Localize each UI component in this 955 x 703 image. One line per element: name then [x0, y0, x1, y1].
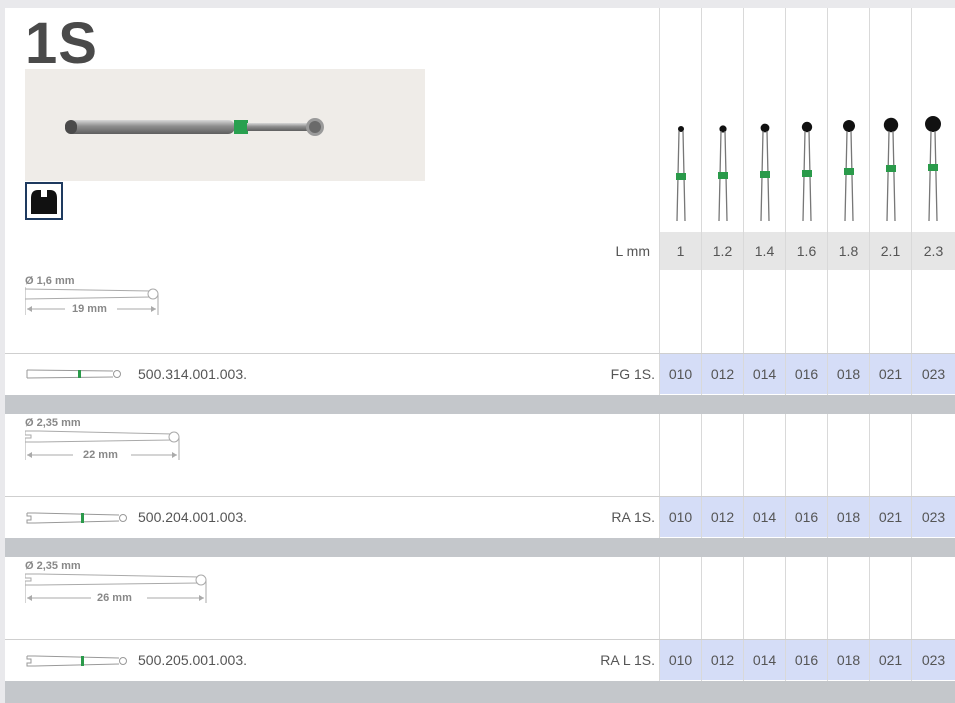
size-code-cell[interactable]: 010: [660, 640, 701, 680]
article-number: 500.204.001.003.: [138, 509, 247, 525]
section-separator: [5, 681, 955, 703]
bur-size-2-icon: [718, 125, 728, 222]
product-photo: [25, 69, 425, 181]
section-separator: [5, 538, 955, 557]
article-number: 500.205.001.003.: [138, 652, 247, 668]
overall-length-label: 26 mm: [97, 592, 132, 604]
ral-bur-thumbnail: [26, 655, 127, 667]
article-number: 500.314.001.003.: [138, 366, 247, 382]
size-code-cell[interactable]: 018: [828, 354, 869, 394]
size-code-cell[interactable]: 023: [912, 497, 955, 537]
length-cell: 2.3: [912, 232, 955, 270]
bur-size-1-icon: [676, 126, 686, 222]
length-label: L mm: [615, 243, 650, 259]
size-code-cell[interactable]: 012: [702, 640, 743, 680]
size-code-cell[interactable]: 021: [870, 497, 911, 537]
size-code-cell[interactable]: 012: [702, 497, 743, 537]
size-code-cell[interactable]: 018: [828, 497, 869, 537]
bur-size-6-icon: [883, 117, 899, 222]
product-family: FG 1S.: [610, 366, 655, 382]
size-code-cell[interactable]: 016: [786, 640, 827, 680]
length-cell: 1.2: [702, 232, 743, 270]
page-title: 1S: [25, 11, 98, 76]
product-family: RA 1S.: [611, 509, 655, 525]
round-bur-shape-icon: [25, 182, 63, 220]
size-code-cell[interactable]: 016: [786, 354, 827, 394]
size-code-cell[interactable]: 014: [744, 497, 785, 537]
size-code-cell[interactable]: 014: [744, 354, 785, 394]
fg-bur-thumbnail: [26, 369, 121, 379]
size-code-cell[interactable]: 021: [870, 354, 911, 394]
size-code-cell[interactable]: 010: [660, 354, 701, 394]
size-code-cell[interactable]: 023: [912, 640, 955, 680]
bur-size-5-icon: [843, 120, 855, 222]
size-code-cell[interactable]: 010: [660, 497, 701, 537]
overall-length-label: 22 mm: [83, 449, 118, 461]
bur-size-7-icon: [925, 116, 941, 222]
size-code-cell[interactable]: 012: [702, 354, 743, 394]
bur-size-4-icon: [801, 121, 813, 222]
size-code-cell[interactable]: 021: [870, 640, 911, 680]
product-family: RA L 1S.: [600, 652, 655, 668]
overall-length-label: 19 mm: [72, 303, 107, 315]
size-code-cell[interactable]: 023: [912, 354, 955, 394]
length-cell: 1.6: [786, 232, 827, 270]
ra-bur-thumbnail: [26, 512, 127, 524]
section-separator: [5, 395, 955, 414]
length-cell: 1: [660, 232, 701, 270]
size-code-cell[interactable]: 016: [786, 497, 827, 537]
length-cell: 2.1: [870, 232, 911, 270]
catalog-sheet: 1S L mm 1 1.2 1.4 1.6 1.8 2.1 2.3 Ø 1,6 …: [5, 8, 955, 703]
size-code-cell[interactable]: 018: [828, 640, 869, 680]
length-cell: 1.4: [744, 232, 785, 270]
bur-size-3-icon: [760, 123, 770, 222]
length-cell: 1.8: [828, 232, 869, 270]
size-code-cell[interactable]: 014: [744, 640, 785, 680]
